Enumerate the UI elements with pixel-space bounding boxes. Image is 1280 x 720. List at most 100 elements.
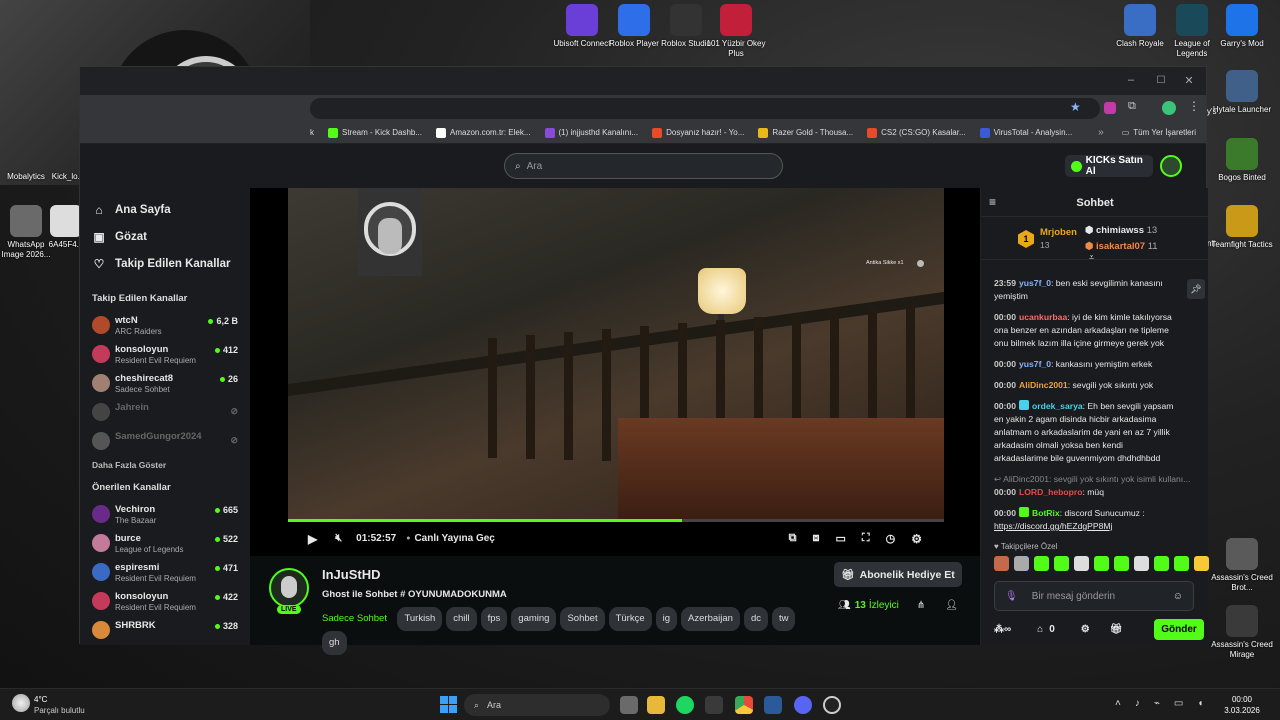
- message-username[interactable]: AliDinc2001: [1019, 380, 1068, 390]
- tag-dc[interactable]: dc: [743, 607, 768, 631]
- show-more-link[interactable]: Daha Fazla Göster: [80, 460, 250, 478]
- bookmark-item[interactable]: VirusTotal - Analysin...: [979, 127, 1072, 138]
- emote-icon[interactable]: [1054, 556, 1069, 571]
- nav-go-zat[interactable]: ▣ Gözat: [80, 223, 250, 250]
- bookmark-item[interactable]: Amazon.com.tr: Elek...: [436, 127, 531, 138]
- discord-icon[interactable]: [794, 696, 812, 714]
- emote-icon[interactable]: [1014, 556, 1029, 571]
- maximize-icon[interactable]: ☐: [1154, 73, 1168, 87]
- share-icon[interactable]: ⋔: [917, 600, 925, 611]
- tag-fps[interactable]: fps: [480, 607, 508, 631]
- emote-icon[interactable]: [1134, 556, 1149, 571]
- desktop-icon-bogos-binted[interactable]: Bogos Binted: [1210, 138, 1274, 183]
- system-tray[interactable]: ˄ ♪ ⌁ ▭ ◖: [1115, 698, 1203, 709]
- speed-icon[interactable]: ◷: [886, 532, 896, 545]
- emote-icon[interactable]: [1074, 556, 1089, 571]
- go-live-button[interactable]: Canlı Yayına Geç: [414, 533, 494, 544]
- bookmark-item[interactable]: Dosyanız hazır! - Yo...: [652, 127, 744, 138]
- message-username[interactable]: ordek_sarya: [1032, 401, 1083, 411]
- app-icon[interactable]: [823, 696, 841, 714]
- channel-item[interactable]: Jahrein ⊘: [80, 398, 250, 427]
- expand-leaderboard-icon[interactable]: ⩡: [1089, 252, 1094, 263]
- message-username[interactable]: BotRix: [1032, 508, 1060, 518]
- tag-tu-rkc-e[interactable]: Türkçe: [608, 607, 652, 631]
- video-player[interactable]: Antika Sikke x1 ▶ 🔇︎ 01:52:57 ● Canlı Ya…: [250, 188, 980, 556]
- file-explorer-icon[interactable]: [647, 696, 665, 714]
- tag-turkish[interactable]: Turkish: [397, 607, 443, 631]
- start-button[interactable]: [440, 696, 457, 713]
- channel-item[interactable]: wtcN ARC Raiders 6,2 B: [80, 311, 250, 340]
- clip-icon[interactable]: ⧈: [813, 532, 820, 545]
- minimize-icon[interactable]: –: [1124, 73, 1138, 87]
- streamer-name[interactable]: InJuStHD: [322, 567, 381, 582]
- chrome-icon[interactable]: [735, 696, 753, 714]
- chat-settings-icon[interactable]: ⚙: [1081, 624, 1090, 635]
- follow-user-icon[interactable]: 👤︎: [945, 600, 958, 611]
- channel-item[interactable]: konsoloyun Resident Evil Requiem 422: [80, 587, 250, 616]
- nav-ana-sayfa[interactable]: ⌂ Ana Sayfa: [80, 196, 250, 223]
- taskbar-search[interactable]: ⌕ Ara: [464, 694, 610, 716]
- tag-chill[interactable]: chill: [446, 607, 477, 631]
- channel-item[interactable]: SamedGungor2024 ⊘: [80, 427, 250, 456]
- emote-icon[interactable]: [1114, 556, 1129, 571]
- desktop-icon-whatsapp-image[interactable]: WhatsApp Image 2026...: [0, 205, 52, 260]
- play-icon[interactable]: ▶: [308, 532, 317, 546]
- send-button[interactable]: Gönder: [1154, 619, 1204, 640]
- emote-icon[interactable]: [1034, 556, 1049, 571]
- extension-icon[interactable]: [1104, 102, 1116, 114]
- emoji-icon[interactable]: ☺: [1173, 591, 1183, 602]
- address-bar[interactable]: ★ ⧉ ⋮: [80, 95, 1206, 122]
- kicks-points-icon[interactable]: ⁂∞: [994, 624, 1011, 635]
- app-icon[interactable]: [705, 696, 723, 714]
- bookmark-item[interactable]: (1) injjusthd Kanalını...: [544, 127, 638, 138]
- channel-item[interactable]: SHRBRK 328: [80, 616, 250, 645]
- weather-icon[interactable]: [12, 694, 30, 712]
- desktop-icon-mobalytics[interactable]: Mobalytics: [0, 172, 52, 182]
- gift-icon[interactable]: 🎁︎: [1110, 624, 1123, 635]
- chat-input[interactable]: 🎙︎ Bir mesaj gönderin ☺: [994, 581, 1194, 611]
- message-username[interactable]: ucankurbaa: [1019, 312, 1067, 322]
- tag-gh[interactable]: gh: [322, 631, 347, 655]
- tag-tw[interactable]: tw: [771, 607, 796, 631]
- clock[interactable]: 00:00 3.03.2026: [1218, 694, 1266, 716]
- settings-gear-icon[interactable]: ⚙: [911, 532, 922, 546]
- channel-item[interactable]: burce League of Legends 522: [80, 529, 250, 558]
- bookmark-item[interactable]: CS2 (CS:GO) Kasalar...: [867, 127, 966, 138]
- puzzle-icon[interactable]: ⧉: [1128, 100, 1136, 113]
- bookmark-item[interactable]: k: [310, 128, 314, 137]
- discord-link[interactable]: https://discord.gg/hEZdgPP8Mj: [994, 521, 1112, 531]
- emote-icon[interactable]: [1174, 556, 1189, 571]
- emote-icon[interactable]: [994, 556, 1009, 571]
- all-bookmarks[interactable]: ▭ Tüm Yer İşaretleri: [1122, 128, 1196, 137]
- bookmark-item[interactable]: Razer Gold - Thousa...: [758, 127, 853, 138]
- kicks-buy-button[interactable]: KICKs Satın Al: [1065, 155, 1153, 177]
- emote-icon[interactable]: [1094, 556, 1109, 571]
- close-icon[interactable]: ✕: [1182, 73, 1196, 87]
- emote-icon[interactable]: [1194, 556, 1209, 571]
- task-view-icon[interactable]: [620, 696, 638, 714]
- profile-avatar[interactable]: [1162, 101, 1176, 115]
- tag-sohbet[interactable]: Sohbet: [560, 607, 605, 631]
- theater-icon[interactable]: ▭: [836, 532, 846, 545]
- menu-icon[interactable]: ⋮: [1188, 99, 1200, 113]
- desktop-icon-garry-s-mod[interactable]: Garry's Mod: [1210, 4, 1274, 49]
- emote-icon[interactable]: [1154, 556, 1169, 571]
- mute-icon[interactable]: 🔇︎: [335, 532, 342, 545]
- channel-item[interactable]: espiresmi Resident Evil Requiem 471: [80, 558, 250, 587]
- gift-sub-button[interactable]: 🎁︎ Abonelik Hediye Et: [834, 562, 962, 587]
- spotify-icon[interactable]: [676, 696, 694, 714]
- tag-azerbaijan[interactable]: Azerbaijan: [681, 607, 740, 631]
- message-username[interactable]: LORD_hebopro: [1019, 487, 1083, 497]
- microphone-icon[interactable]: 🎙︎: [1005, 591, 1018, 602]
- chevron-right-icon[interactable]: »: [1098, 127, 1104, 138]
- streamer-avatar[interactable]: [269, 568, 309, 608]
- steam-icon[interactable]: [764, 696, 782, 714]
- tag-ig[interactable]: ig: [655, 607, 678, 631]
- message-username[interactable]: yus7f_0: [1019, 359, 1051, 369]
- desktop-icon-teamfight-tactics[interactable]: Teamfight Tactics: [1210, 205, 1274, 250]
- channel-item[interactable]: konsoloyun Resident Evil Requiem 412: [80, 340, 250, 369]
- miniplayer-icon[interactable]: ⧉: [789, 532, 797, 545]
- fullscreen-icon[interactable]: ⛶: [862, 532, 870, 545]
- star-icon[interactable]: ★: [1070, 100, 1081, 114]
- message-username[interactable]: yus7f_0: [1019, 278, 1051, 288]
